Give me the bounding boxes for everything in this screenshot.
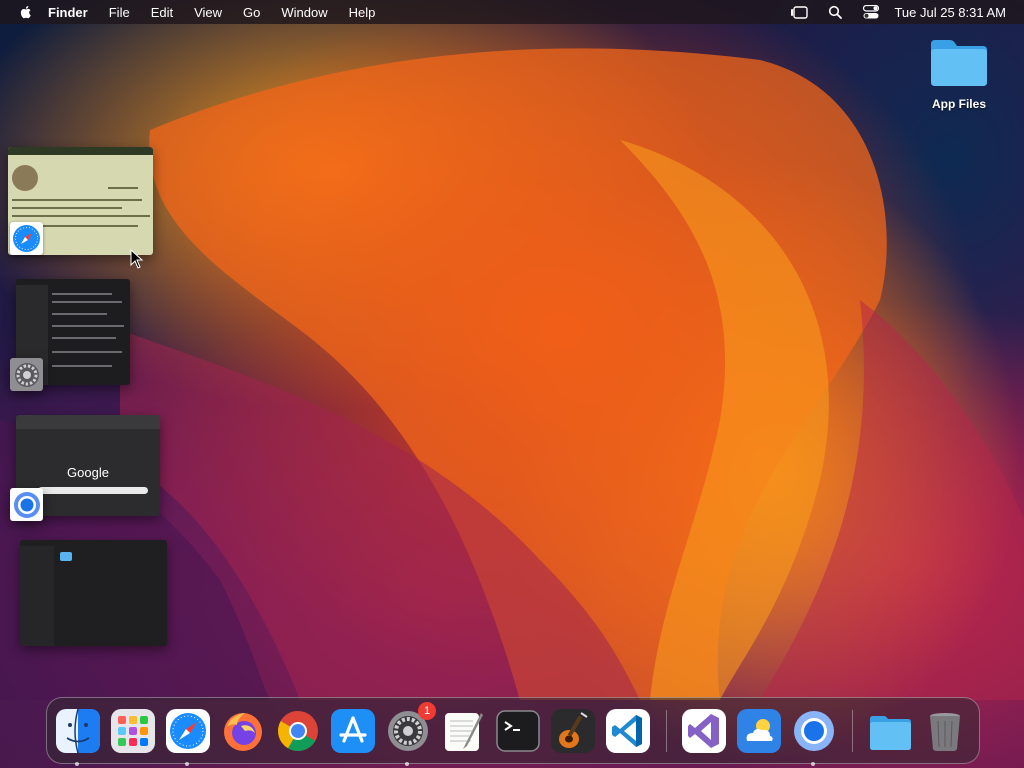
dock-vscode[interactable] (606, 708, 650, 753)
chromium-icon (794, 710, 834, 751)
menu-view[interactable]: View (194, 5, 222, 20)
thumb-google-logo: Google (67, 465, 109, 480)
folder-icon (931, 40, 987, 86)
running-indicator (811, 761, 815, 766)
dock-finder[interactable] (56, 708, 100, 766)
mouse-cursor-icon (130, 249, 144, 269)
dock-system-settings[interactable]: 1 (386, 701, 436, 766)
dock-garageband[interactable] (551, 708, 595, 753)
menu-window[interactable]: Window (281, 5, 327, 20)
dock: 1 (46, 697, 980, 766)
stage-thumb-finder[interactable] (20, 540, 167, 646)
dock-app-store[interactable] (331, 708, 375, 753)
menu-go[interactable]: Go (243, 5, 260, 20)
trash-icon (930, 712, 960, 751)
thumb-row (52, 365, 112, 367)
thumb-avatar (12, 165, 38, 191)
vscode-icon (606, 708, 650, 753)
thumb-text-line (12, 207, 122, 209)
folder-icon (870, 715, 911, 750)
dock-safari[interactable] (166, 708, 210, 766)
thumb-titlebar (8, 147, 153, 155)
running-indicator (185, 761, 189, 766)
firefox-icon (224, 712, 262, 751)
safari-icon (166, 708, 210, 753)
menu-app-name[interactable]: Finder (48, 5, 88, 20)
thumb-text-line (108, 187, 138, 189)
thumb-text-line (12, 215, 150, 217)
thumb-search-box (38, 487, 148, 494)
dock-firefox[interactable] (221, 709, 265, 753)
launchpad-icon (111, 708, 155, 753)
dock-visual-studio[interactable] (682, 708, 726, 753)
visual-studio-icon (682, 708, 726, 753)
app-store-icon (331, 708, 375, 753)
thumb-sidebar (20, 546, 54, 646)
stage-manager-icon[interactable] (790, 4, 809, 20)
dock-separator (666, 709, 667, 752)
dock-trash[interactable] (923, 709, 967, 753)
safari-icon (10, 222, 43, 255)
finder-icon (56, 708, 100, 753)
running-indicator (75, 761, 79, 766)
dock-chromium[interactable] (792, 709, 836, 766)
desktop-folder-label: App Files (931, 97, 986, 111)
thumb-row (52, 301, 122, 303)
dock-separator (852, 709, 853, 752)
thumb-row (52, 313, 107, 315)
thumb-text-line (12, 199, 142, 201)
menu-bar-extras: Tue Jul 25 8:31 AM (772, 0, 1006, 24)
textedit-icon (445, 712, 483, 751)
menu-file[interactable]: File (109, 5, 130, 20)
menu-bar: Finder File Edit View Go Window Help Tue… (0, 0, 1024, 24)
menu-clock[interactable]: Tue Jul 25 8:31 AM (894, 5, 1006, 20)
thumb-row (52, 293, 112, 295)
dock-terminal[interactable] (496, 709, 540, 753)
thumb-row (52, 351, 122, 353)
dock-downloads-folder[interactable] (868, 709, 912, 753)
thumb-text-line (38, 225, 138, 227)
notification-badge: 1 (418, 701, 436, 720)
desktop-folder-app-files[interactable]: App Files (924, 36, 994, 111)
dock-launchpad[interactable] (111, 708, 155, 753)
thumb-folder (60, 552, 72, 561)
spotlight-search-icon[interactable] (826, 4, 844, 20)
thumb-row (52, 325, 124, 327)
chrome-icon (278, 710, 318, 751)
wallpaper-shapes (0, 48, 1024, 701)
thumb-tabbar (16, 415, 160, 429)
garageband-icon (551, 708, 595, 753)
terminal-icon (496, 709, 540, 752)
system-settings-icon (10, 358, 43, 391)
weather-icon (737, 708, 781, 753)
apple-icon[interactable] (18, 4, 34, 20)
control-center-icon[interactable] (862, 4, 880, 20)
thumb-row (52, 337, 116, 339)
menu-edit[interactable]: Edit (151, 5, 173, 20)
running-indicator (405, 761, 409, 766)
menu-help[interactable]: Help (349, 5, 376, 20)
dock-textedit[interactable] (441, 709, 485, 753)
dock-chrome[interactable] (276, 709, 320, 753)
desktop-wallpaper (0, 0, 1024, 768)
chromium-icon (10, 488, 43, 521)
dock-weather[interactable] (737, 708, 781, 753)
